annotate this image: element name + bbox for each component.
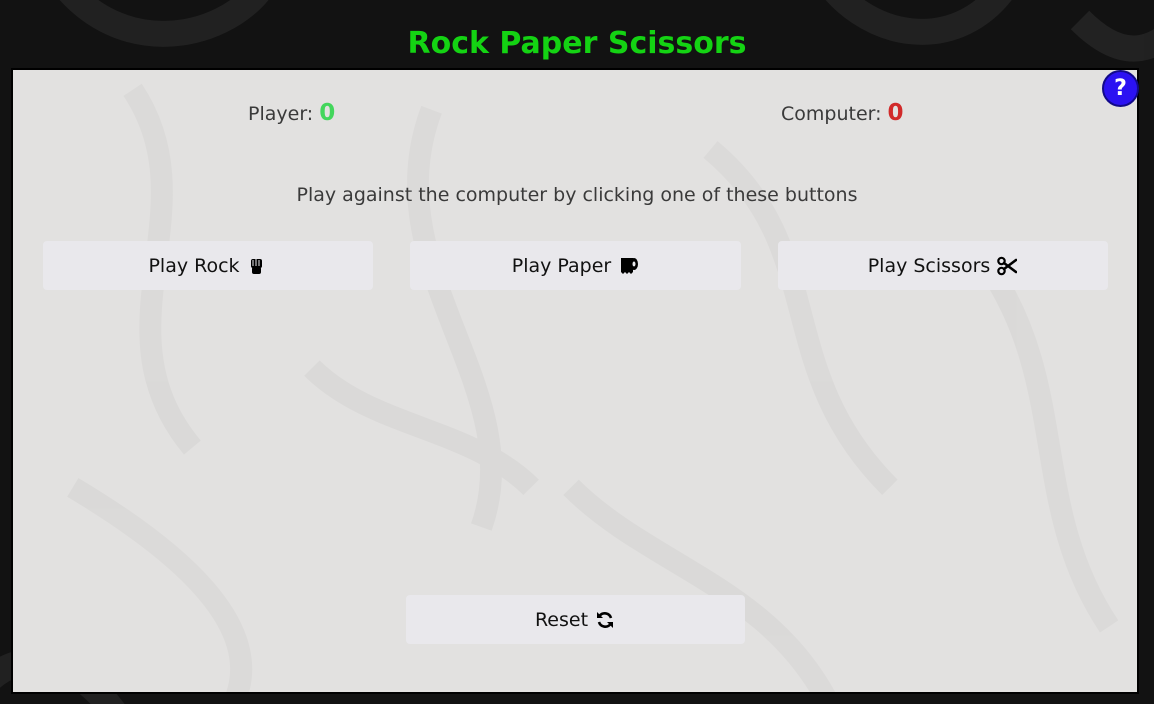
reset-label: Reset <box>534 608 589 631</box>
help-button-label: ? <box>1114 76 1127 101</box>
computer-score: Computer: 0 <box>781 100 904 134</box>
computer-score-label: Computer: <box>781 103 882 125</box>
computer-score-value: 0 <box>887 100 904 126</box>
instructions-text: Play against the computer by clicking on… <box>296 184 858 206</box>
toilet-paper-icon <box>617 255 639 277</box>
help-button[interactable]: ? <box>1102 70 1139 107</box>
sync-icon <box>594 609 616 631</box>
player-score: Player: 0 <box>248 100 335 134</box>
play-scissors-button[interactable]: Play Scissors <box>778 241 1108 290</box>
app-title: Rock Paper Scissors <box>407 26 747 62</box>
scissors-icon <box>996 255 1018 277</box>
play-rock-label: Play Rock <box>148 254 240 277</box>
reset-button[interactable]: Reset <box>406 595 745 644</box>
play-paper-button[interactable]: Play Paper <box>410 241 741 290</box>
play-rock-button[interactable]: Play Rock <box>43 241 373 290</box>
play-paper-label: Play Paper <box>511 254 612 277</box>
hand-rock-icon <box>246 255 268 277</box>
player-score-value: 0 <box>319 100 336 126</box>
play-scissors-label: Play Scissors <box>867 254 991 277</box>
player-score-label: Player: <box>248 103 314 125</box>
